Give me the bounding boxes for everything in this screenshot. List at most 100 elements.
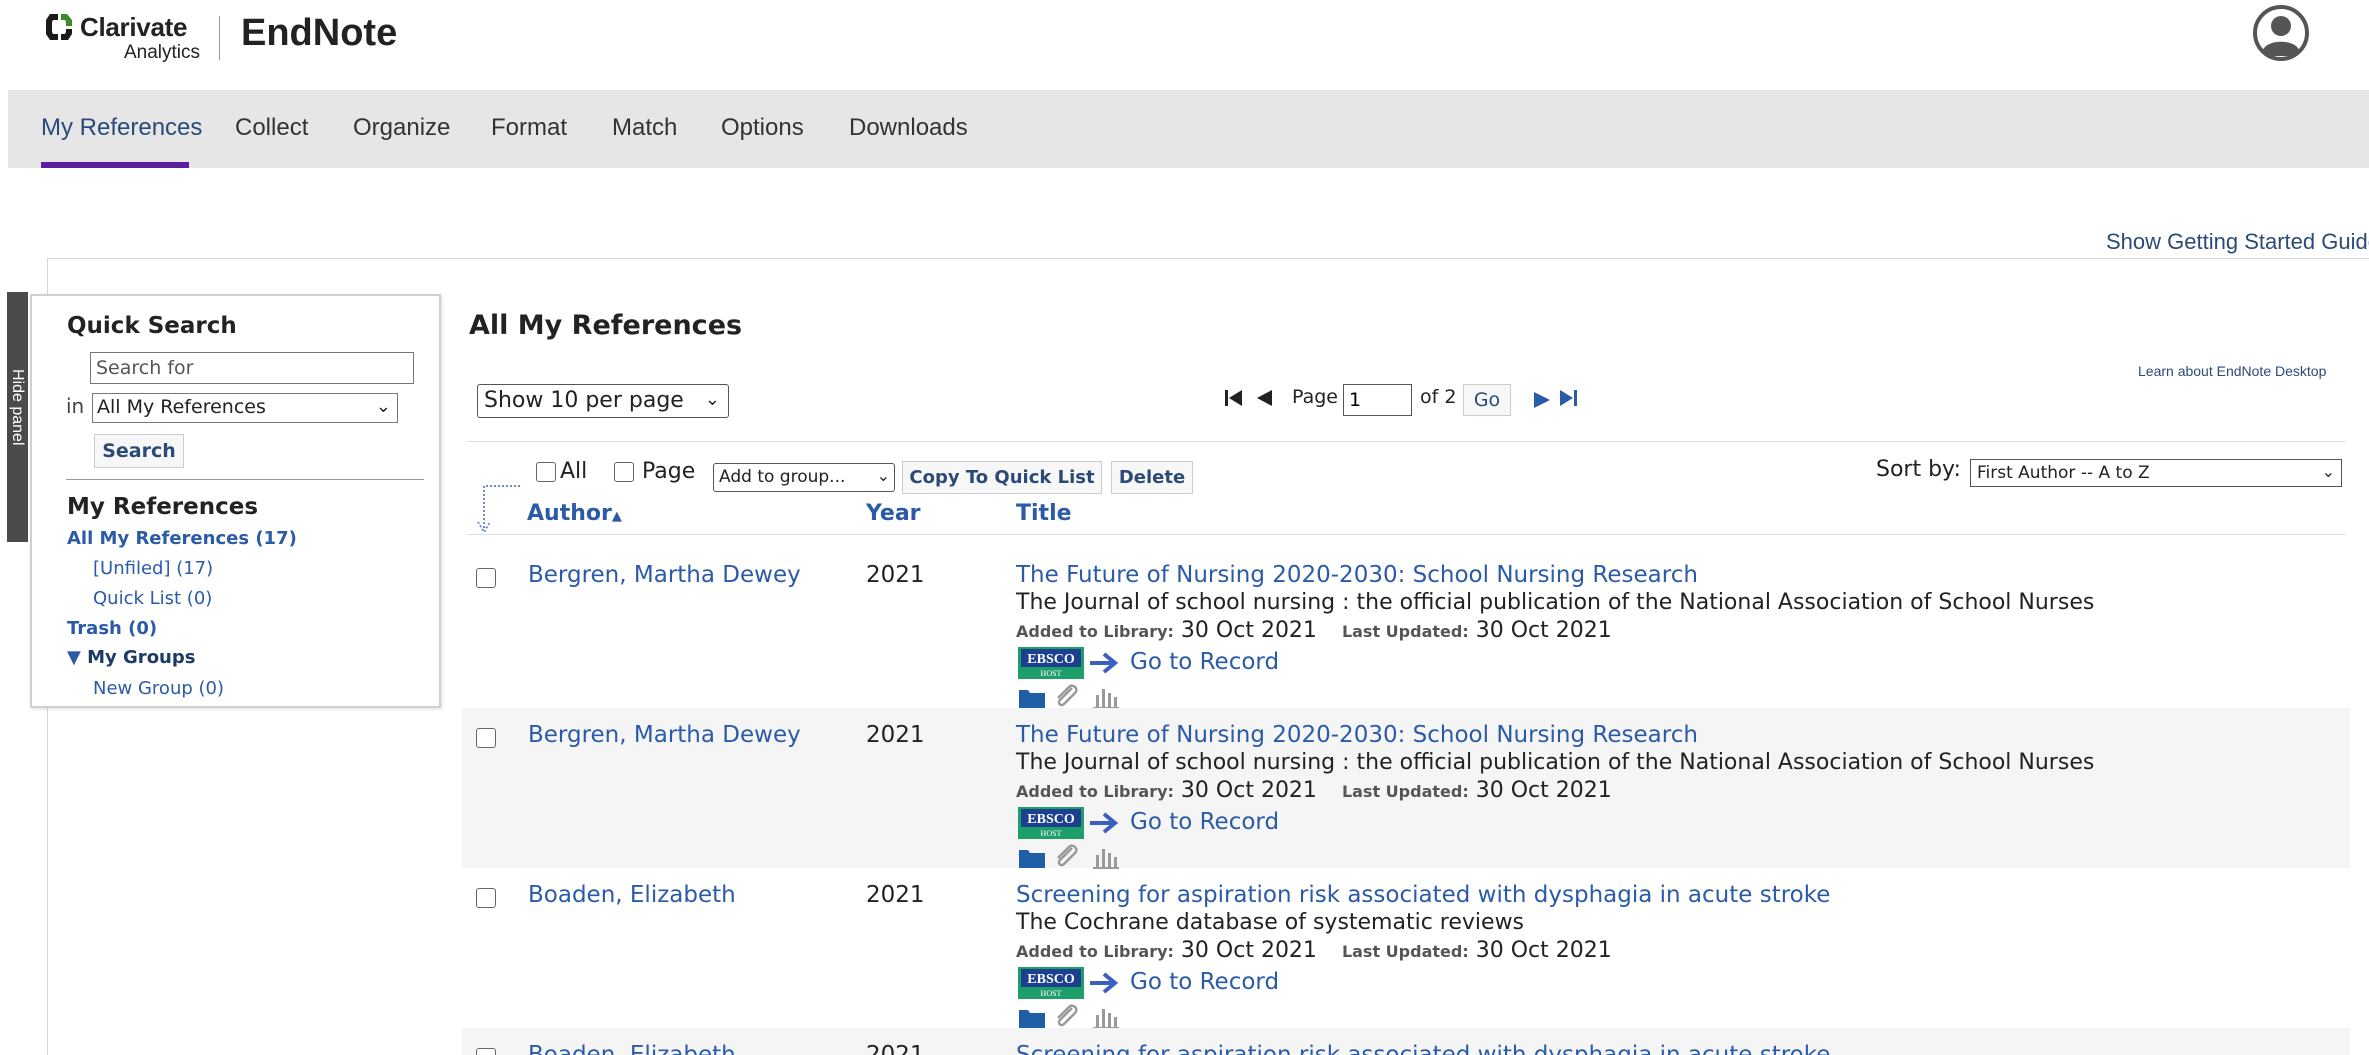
per-page-select[interactable]: Show 10 per page ⌄ (477, 384, 729, 418)
reference-year: 2021 (866, 1042, 925, 1055)
delete-button[interactable]: Delete (1111, 461, 1193, 494)
reference-row: Boaden, Elizabeth 2021 Screening for asp… (462, 1028, 2350, 1055)
nav-active-indicator (41, 162, 189, 168)
paperclip-icon[interactable] (1052, 682, 1080, 710)
previous-page-icon[interactable] (1254, 388, 1274, 408)
tree-trash[interactable]: Trash (0) (67, 618, 157, 639)
my-groups-toggle[interactable]: ▼ My Groups (67, 647, 195, 668)
reference-checkbox[interactable] (476, 1048, 496, 1055)
folder-icon[interactable] (1018, 1007, 1046, 1029)
reference-title[interactable]: Screening for aspiration risk associated… (1016, 882, 1830, 908)
folder-icon[interactable] (1018, 687, 1046, 709)
go-to-record-link[interactable]: Go to Record (1130, 969, 1279, 995)
reference-author[interactable]: Boaden, Elizabeth (528, 882, 736, 908)
nav-my-references[interactable]: My References (41, 114, 202, 142)
nav-format[interactable]: Format (491, 114, 567, 142)
reference-checkbox[interactable] (476, 888, 496, 908)
my-references-title: My References (67, 494, 259, 520)
bar-chart-icon[interactable] (1092, 845, 1120, 869)
select-page-checkbox[interactable] (614, 462, 634, 482)
ebsco-icon-text: EBSCO (1027, 652, 1075, 667)
nav-collect[interactable]: Collect (235, 114, 308, 142)
sort-by-value: First Author -- A to Z (1977, 463, 2150, 483)
clarivate-logo[interactable]: Clarivate Analytics (44, 10, 204, 66)
added-label: Added to Library: (1016, 942, 1174, 961)
column-year[interactable]: Year (866, 501, 921, 526)
updated-label: Last Updated: (1341, 782, 1469, 801)
learn-endnote-desktop-link[interactable]: Learn about EndNote Desktop (2138, 363, 2326, 379)
reference-checkbox[interactable] (476, 728, 496, 748)
arrow-right-icon[interactable] (1088, 651, 1120, 675)
paperclip-icon[interactable] (1052, 1002, 1080, 1030)
go-button[interactable]: Go (1463, 384, 1511, 416)
nav-downloads[interactable]: Downloads (849, 114, 968, 142)
add-to-group-select[interactable]: Add to group... ⌄ (713, 463, 895, 492)
quick-search-input[interactable] (90, 352, 414, 384)
ebsco-host-icon[interactable]: EBSCO HOST (1018, 647, 1084, 679)
reference-title[interactable]: The Future of Nursing 2020-2030: School … (1016, 722, 1698, 748)
page-number-input[interactable] (1343, 384, 1412, 416)
tree-new-group[interactable]: New Group (0) (93, 678, 224, 699)
chevron-down-icon: ⌄ (876, 466, 890, 485)
page-title: All My References (469, 310, 743, 341)
arrow-right-icon[interactable] (1088, 811, 1120, 835)
next-page-icon[interactable] (1532, 390, 1552, 410)
quick-search-title: Quick Search (67, 313, 237, 339)
chevron-down-icon: ⌄ (2321, 462, 2335, 481)
bar-chart-icon[interactable] (1092, 685, 1120, 709)
reference-author[interactable]: Bergren, Martha Dewey (528, 562, 801, 588)
go-to-record-link[interactable]: Go to Record (1130, 809, 1279, 835)
reference-year: 2021 (866, 562, 925, 588)
reference-dates: Added to Library: 30 Oct 2021 Last Updat… (1016, 618, 1612, 643)
tree-all-my-references[interactable]: All My References (17) (67, 528, 297, 549)
folder-icon[interactable] (1018, 847, 1046, 869)
my-groups-label: My Groups (87, 647, 196, 668)
hide-panel-tab[interactable]: Hide panel (7, 292, 28, 542)
top-header: Clarivate Analytics EndNote (0, 0, 2369, 90)
reference-dates: Added to Library: 30 Oct 2021 Last Updat… (1016, 778, 1612, 803)
go-to-record-link[interactable]: Go to Record (1130, 649, 1279, 675)
user-account-icon[interactable] (2252, 4, 2310, 62)
arrow-right-icon[interactable] (1088, 971, 1120, 995)
show-getting-started-link[interactable]: Show Getting Started Guide (2106, 229, 2369, 255)
last-page-icon[interactable] (1558, 388, 1580, 408)
column-author[interactable]: Author▲ (527, 501, 622, 526)
reference-year: 2021 (866, 882, 925, 908)
ebsco-host-icon[interactable]: EBSCO HOST (1018, 967, 1084, 999)
search-scope-value: All My References (97, 396, 266, 418)
column-title[interactable]: Title (1016, 501, 1072, 526)
logo-subtitle: Analytics (124, 42, 201, 63)
sort-by-select[interactable]: First Author -- A to Z ⌄ (1970, 459, 2342, 487)
tree-quick-list[interactable]: Quick List (0) (93, 588, 212, 609)
panel-divider (66, 479, 424, 480)
sort-ascending-icon: ▲ (611, 509, 622, 524)
nav-options[interactable]: Options (721, 114, 804, 142)
clarivate-logo-icon (46, 14, 72, 40)
column-author-label: Author (527, 501, 612, 526)
quick-search-panel: Quick Search in All My References ⌄ Sear… (30, 294, 441, 708)
reference-title[interactable]: The Future of Nursing 2020-2030: School … (1016, 562, 1698, 588)
updated-label: Last Updated: (1341, 622, 1469, 641)
selection-arrow-icon (477, 485, 520, 534)
select-all-checkbox[interactable] (536, 462, 556, 482)
paperclip-icon[interactable] (1052, 842, 1080, 870)
reference-checkbox[interactable] (476, 568, 496, 588)
bar-chart-icon[interactable] (1092, 1005, 1120, 1029)
triangle-down-icon: ▼ (67, 647, 81, 668)
added-date: 30 Oct 2021 (1180, 778, 1317, 803)
chevron-down-icon: ⌄ (375, 396, 391, 417)
first-page-icon[interactable] (1224, 388, 1244, 408)
nav-organize[interactable]: Organize (353, 114, 450, 142)
search-scope-select[interactable]: All My References ⌄ (92, 393, 398, 423)
nav-match[interactable]: Match (612, 114, 677, 142)
main-nav: My References Collect Organize Format Ma… (8, 90, 2369, 168)
reference-year: 2021 (866, 722, 925, 748)
search-button[interactable]: Search (94, 434, 184, 468)
reference-author[interactable]: Boaden, Elizabeth (528, 1042, 736, 1055)
logo-name: Clarivate (80, 12, 188, 42)
reference-author[interactable]: Bergren, Martha Dewey (528, 722, 801, 748)
ebsco-host-icon[interactable]: EBSCO HOST (1018, 807, 1084, 839)
tree-unfiled[interactable]: [Unfiled] (17) (93, 558, 213, 579)
copy-to-quick-list-button[interactable]: Copy To Quick List (902, 461, 1102, 494)
reference-title[interactable]: Screening for aspiration risk associated… (1016, 1042, 1830, 1055)
